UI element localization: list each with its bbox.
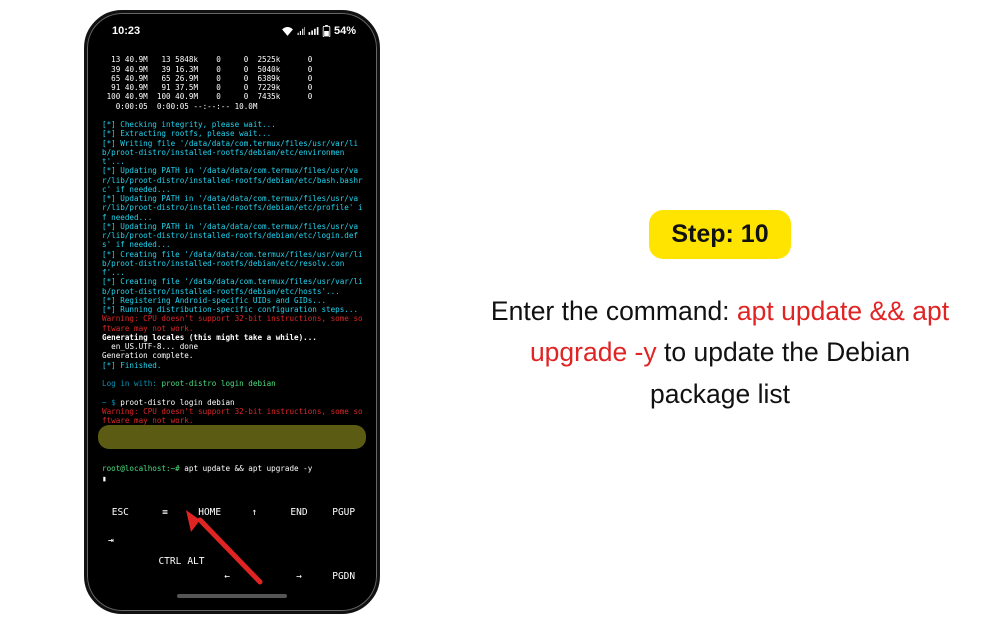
finished-line: [*] Finished. xyxy=(102,361,161,370)
key-end[interactable]: END xyxy=(277,500,322,524)
instruction-text: Enter the command: apt update && apt upg… xyxy=(485,291,955,414)
highlight-bg xyxy=(98,425,366,449)
annotation-arrow-icon xyxy=(178,508,268,588)
key-right[interactable]: → xyxy=(277,571,322,582)
progress-row: 13 40.9M 13 5848k 0 0 2525k 0 xyxy=(102,55,312,64)
progress-row: 39 40.9M 39 16.3M 0 0 5040k 0 xyxy=(102,65,312,74)
status-icons: 54% xyxy=(281,25,356,37)
root-prompt: root@localhost:~# xyxy=(102,464,184,473)
cursor: ▮ xyxy=(102,474,107,483)
instruction-panel: Step: 10 Enter the command: apt update &… xyxy=(470,0,970,625)
key-ctrl[interactable]: CTRL xyxy=(98,556,187,567)
phone-frame: 10:23 54% 13 40.9M 13 5848k 0 0 2525k 0 … xyxy=(84,10,380,614)
progress-row: 100 40.9M 100 40.9M 0 0 7435k 0 xyxy=(102,92,312,101)
highlighted-command-row: root@localhost:~# apt update && apt upgr… xyxy=(102,427,364,501)
battery-icon xyxy=(322,25,331,37)
key-pgdn[interactable]: PGDN xyxy=(321,571,366,582)
status-bar: 10:23 54% xyxy=(92,18,372,42)
stage: 10:23 54% 13 40.9M 13 5848k 0 0 2525k 0 … xyxy=(0,0,1000,625)
step-badge: Step: 10 xyxy=(649,210,790,259)
battery-text: 54% xyxy=(334,25,356,37)
install-log: [*] Checking integrity, please wait... [… xyxy=(102,120,363,314)
key-esc[interactable]: ESC xyxy=(98,500,143,524)
gen-locale-line: en_US.UTF-8... done xyxy=(102,342,198,351)
home-indicator[interactable] xyxy=(177,594,287,598)
status-time: 10:23 xyxy=(112,25,140,37)
desc-pre: Enter the command: xyxy=(491,296,737,326)
key-pgup[interactable]: PGUP xyxy=(321,500,366,524)
prompt-cmd: proot-distro login debian xyxy=(120,398,234,407)
progress-row: 91 40.9M 91 37.5M 0 0 7229k 0 xyxy=(102,83,312,92)
gen-locales: Generating locales (this might take a wh… xyxy=(102,333,317,342)
wifi-icon xyxy=(281,26,294,36)
progress-row: 0:00:05 0:00:05 --:--:-- 10.0M xyxy=(102,102,257,111)
cpu-warning: Warning: CPU doesn't support 32-bit inst… xyxy=(102,314,363,332)
root-command[interactable]: apt update && apt upgrade -y xyxy=(184,464,312,473)
login-hint: Log in with: xyxy=(102,379,161,388)
desc-post: to update the Debian package list xyxy=(650,337,910,408)
reception-icon xyxy=(297,26,305,36)
login-hint-cmd: proot-distro login debian xyxy=(161,379,275,388)
phone-screen: 10:23 54% 13 40.9M 13 5848k 0 0 2525k 0 … xyxy=(92,18,372,606)
key-tab[interactable]: ⇥ xyxy=(98,528,143,552)
prompt-user: ~ $ xyxy=(102,398,120,407)
signal-icon xyxy=(308,26,319,36)
cpu-warning-2: Warning: CPU doesn't support 32-bit inst… xyxy=(102,407,363,425)
gen-complete: Generation complete. xyxy=(102,351,193,360)
terminal[interactable]: 13 40.9M 13 5848k 0 0 2525k 0 39 40.9M 3… xyxy=(92,42,372,520)
progress-row: 65 40.9M 65 26.9M 0 0 6389k 0 xyxy=(102,74,312,83)
